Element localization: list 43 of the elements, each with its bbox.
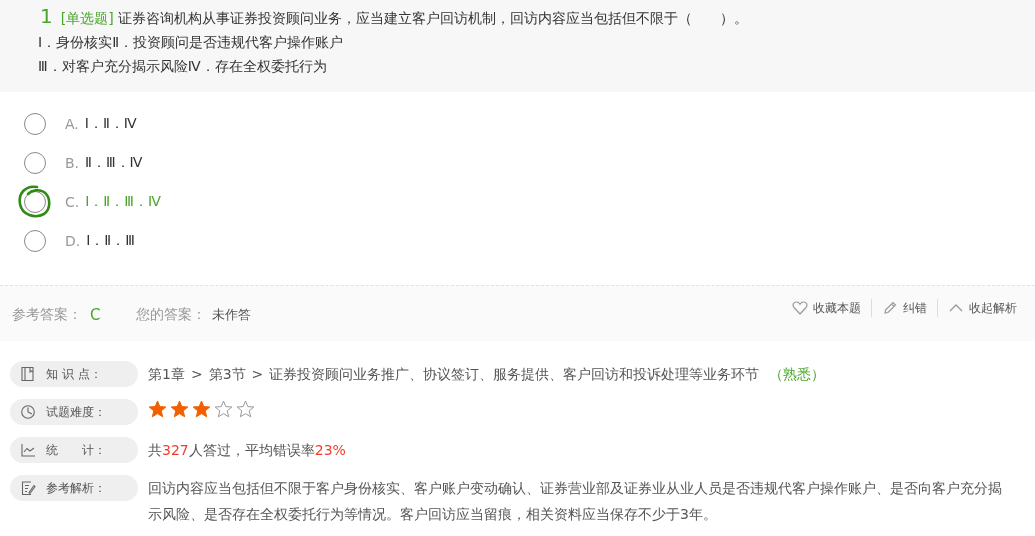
- action-button[interactable]: 纠错: [876, 299, 933, 317]
- familiarity-tag: （熟悉）: [769, 366, 826, 382]
- question-number: 1: [40, 4, 53, 28]
- breadcrumb-item[interactable]: 第1章: [148, 366, 185, 382]
- clock-icon: [20, 404, 36, 420]
- option-text: Ⅱ．Ⅲ．Ⅳ: [85, 153, 143, 172]
- breadcrumb-item[interactable]: 第3节: [208, 366, 246, 382]
- reference-answer: C: [90, 306, 101, 324]
- question-type: [单选题]: [60, 9, 114, 28]
- answer-label: 您的答案：: [136, 306, 207, 324]
- breadcrumb-separator: >: [190, 366, 203, 382]
- option-letter: B.: [65, 154, 80, 171]
- question-text: Ⅲ．对客户充分揭示风险Ⅳ．存在全权委托行为: [38, 57, 328, 76]
- question-text: 证券咨询机构从事证券投资顾问业务，应当建立客户回访机制，回访内容应当包括但不限于（ ）。: [117, 9, 748, 28]
- breadcrumb-separator: >: [251, 366, 264, 382]
- pencil-icon: [882, 300, 898, 316]
- book-icon: [20, 366, 36, 382]
- question-text: Ⅰ．身份核实Ⅱ．投资顾问是否违规代客户操作账户: [38, 33, 345, 52]
- label-text: 统 计：: [46, 441, 106, 459]
- answer-label: 参考答案：: [12, 306, 82, 324]
- label-text: 知 识 点：: [46, 365, 102, 383]
- chart-icon: [20, 442, 36, 458]
- star-icon: [214, 400, 233, 418]
- option-letter: A.: [65, 115, 79, 132]
- star-icon: [236, 400, 255, 418]
- option-letter: D.: [65, 232, 81, 249]
- breadcrumb-item[interactable]: 证券投资顾问业务推广、协议签订、服务提供、客户回访和投诉处理等业务环节: [269, 366, 760, 382]
- star-icon: [192, 400, 211, 418]
- note-icon: [20, 480, 36, 496]
- star-icon: [170, 400, 189, 418]
- option-text: Ⅰ．Ⅱ．Ⅲ: [86, 231, 135, 250]
- analysis-text: 回访内容应当包括但不限于客户身份核实、客户账户变动确认、证券营业部及证券业从业人员是否违规代客户操作账户、是否向客户充分揭示风险、是否存在全权委托行为等情况。客户回访应当留痕，相关资料应当保存不少于3年。: [148, 479, 1003, 524]
- option-letter: C.: [65, 193, 80, 210]
- heart-icon: [792, 300, 808, 316]
- option-text: Ⅰ．Ⅱ．Ⅳ: [84, 114, 137, 133]
- your-answer: 未作答: [212, 306, 252, 324]
- action-button[interactable]: 收藏本题: [786, 299, 867, 317]
- label-text: 试题难度：: [46, 403, 106, 421]
- statistics-text: 共327人答过，平均错误率23%: [148, 442, 346, 458]
- option-text: Ⅰ．Ⅱ．Ⅲ．Ⅳ: [85, 192, 161, 211]
- label-text: 参考解析：: [46, 479, 106, 497]
- star-icon: [148, 400, 167, 418]
- action-button[interactable]: 收起解析: [942, 299, 1023, 317]
